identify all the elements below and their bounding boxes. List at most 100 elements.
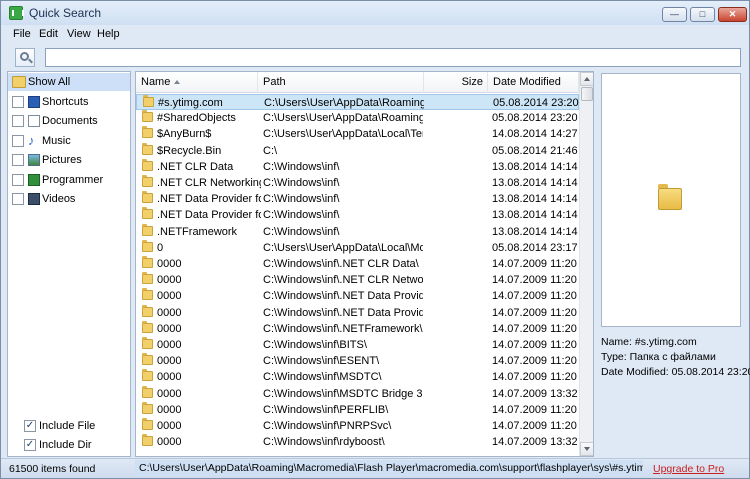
sidebar-item-shortcuts[interactable]: Shortcuts: [8, 93, 130, 111]
row-date-modified: 14.08.2014 14:27: [492, 128, 578, 141]
table-row[interactable]: 0000 C:\Windows\inf\ESENT\ 14.07.2009 11:2…: [136, 353, 579, 369]
row-name: 0000: [157, 420, 182, 432]
programmer-icon: [28, 174, 40, 186]
table-row[interactable]: 0 C:\Users\User\AppData\Local\Mozilla... 0…: [136, 239, 579, 256]
status-bar: 61500 items found C:\Users\User\AppData\…: [1, 458, 749, 478]
row-name: .NET Data Provider fo...: [157, 193, 261, 206]
sidebar-item-label: Pictures: [42, 154, 82, 166]
include-dir-label: Include Dir: [39, 439, 92, 451]
row-name: 0000: [157, 274, 182, 287]
table-row[interactable]: 0000 C:\Windows\inf\MSDTC Bridge 3.0.0.0\…: [136, 385, 579, 402]
scroll-thumb[interactable]: [581, 87, 593, 101]
video-icon: [28, 193, 40, 205]
menu-file[interactable]: File: [13, 28, 31, 40]
folder-icon: [142, 320, 153, 333]
folder-icon: [142, 288, 153, 301]
column-header-name[interactable]: Name: [136, 72, 258, 93]
row-name: .NET CLR Networking: [157, 177, 261, 189]
folder-icon: [142, 126, 153, 139]
search-icon[interactable]: [15, 48, 35, 67]
table-row[interactable]: 0000 C:\Windows\inf\.NET Data Provider f.…: [136, 304, 579, 321]
scroll-down-button[interactable]: [580, 442, 593, 456]
row-date-modified: 14.07.2009 11:20: [492, 306, 577, 319]
table-row[interactable]: #s.ytimg.com C:\Users\User\AppData\Roamin…: [136, 94, 579, 110]
folder-icon: [142, 223, 153, 236]
row-name: #SharedObjects: [157, 112, 236, 125]
search-input[interactable]: [45, 48, 741, 67]
sidebar-item-videos[interactable]: Videos: [8, 190, 130, 208]
table-row[interactable]: 0000 C:\Windows\inf\.NET CLR Data\ 14.07.2…: [136, 256, 579, 272]
preview-name: Name: #s.ytimg.com: [601, 336, 697, 348]
table-row[interactable]: 0000 C:\Windows\inf\MSDTC\ 14.07.2009 11:2…: [136, 369, 579, 385]
menu-help[interactable]: Help: [97, 28, 120, 40]
table-row[interactable]: .NET Data Provider fo...C:\Windows\inf\ 1…: [136, 207, 579, 223]
row-name: 0000: [157, 355, 182, 368]
preview-panel: Name: #s.ytimg.com Type: Папка с файлами…: [598, 71, 750, 457]
sidebar-item-documents[interactable]: Documents: [8, 112, 130, 130]
menu-view[interactable]: View: [67, 28, 91, 40]
upgrade-link[interactable]: Upgrade to Pro: [653, 463, 724, 475]
sidebar-item-programmer[interactable]: Programmer: [8, 171, 130, 189]
table-row[interactable]: #SharedObjects C:\Users\User\AppData\Roam…: [136, 110, 579, 126]
table-row[interactable]: 0000 C:\Windows\inf\.NET CLR Networking\ 1…: [136, 272, 579, 288]
shortcut-icon: [28, 96, 40, 108]
folder-icon: [142, 272, 153, 285]
row-path: C:\Windows\inf\MSDTC Bridge 3.0.0.0\: [263, 387, 423, 400]
preview-area: [601, 73, 741, 327]
row-date-modified: 14.07.2009 11:20: [492, 274, 577, 287]
row-date-modified: 14.07.2009 11:20: [492, 290, 577, 303]
sidebar-item-pictures[interactable]: Pictures: [8, 151, 130, 169]
search-bar: [1, 43, 749, 71]
sidebar-checkbox[interactable]: [12, 135, 24, 147]
include-file-checkbox[interactable]: ✓: [24, 420, 36, 432]
row-name: .NET Data Provider fo...: [157, 209, 261, 222]
sidebar-checkbox[interactable]: [12, 193, 24, 205]
folder-icon: [142, 256, 153, 268]
picture-icon: [28, 154, 40, 166]
preview-type: Type: Папка с файлами: [601, 351, 716, 363]
table-row[interactable]: 0000 C:\Windows\inf\.NETFramework\ 14.07.2…: [136, 320, 579, 337]
vertical-scrollbar[interactable]: [579, 72, 593, 456]
folder-icon: [142, 158, 153, 171]
table-row[interactable]: 0000 C:\Windows\inf\.NET Data Provider f.…: [136, 288, 579, 304]
document-icon: [28, 115, 40, 127]
folder-icon: [658, 184, 682, 210]
title-bar[interactable]: Quick Search — □ ✕: [1, 1, 749, 25]
include-dir-checkbox[interactable]: ✓: [24, 439, 36, 451]
folder-icon: [142, 207, 153, 220]
row-date-modified: 14.07.2009 11:20: [492, 403, 577, 416]
minimize-button[interactable]: —: [662, 7, 687, 22]
sidebar-checkbox[interactable]: [12, 154, 24, 166]
row-path: C:\Windows\inf\.NET CLR Networking\: [263, 274, 423, 287]
table-row[interactable]: 0000 C:\Windows\inf\rdyboost\ 14.07.2009 1…: [136, 434, 579, 450]
table-row[interactable]: 0000 C:\Windows\inf\PERFLIB\ 14.07.2009 11…: [136, 401, 579, 418]
row-path: C:\Windows\inf\PNRPSvc\: [263, 420, 392, 432]
column-header-size[interactable]: Size: [424, 72, 488, 93]
table-row[interactable]: .NET CLR Data C:\Windows\inf\ 13.08.2014 1…: [136, 158, 579, 175]
table-row[interactable]: .NET Data Provider fo...C:\Windows\inf\ 1…: [136, 191, 579, 207]
table-row[interactable]: .NET CLR Networking C:\Windows\inf\ 13.08.…: [136, 175, 579, 191]
folder-icon: [143, 95, 154, 107]
row-name: .NET CLR Data: [157, 160, 234, 173]
scroll-up-button[interactable]: [580, 72, 593, 86]
sidebar-checkbox[interactable]: [12, 174, 24, 186]
row-date-modified: 13.08.2014 14:14: [492, 177, 578, 189]
table-row[interactable]: $AnyBurn$ C:\Users\User\AppData\Local\Tem…: [136, 126, 579, 142]
sidebar-checkbox[interactable]: [12, 96, 24, 108]
table-row[interactable]: 0000 C:\Windows\inf\BITS\ 14.07.2009 11:20: [136, 337, 579, 353]
row-date-modified: 05.08.2014 23:20: [492, 112, 578, 125]
row-path: C:\Windows\inf\rdyboost\: [263, 436, 385, 449]
sidebar-item-show-all[interactable]: Show All: [8, 73, 130, 91]
row-date-modified: 14.07.2009 11:20: [492, 355, 577, 368]
table-row[interactable]: 0000 C:\Windows\inf\PNRPSvc\ 14.07.2009 11…: [136, 418, 579, 434]
table-row[interactable]: $Recycle.Bin C:\ 05.08.2014 21:46: [136, 142, 579, 159]
close-button[interactable]: ✕: [718, 7, 747, 22]
column-header-path[interactable]: Path: [258, 72, 424, 93]
table-row[interactable]: .NETFramework C:\Windows\inf\ 13.08.2014 1…: [136, 223, 579, 240]
column-header-date-modified[interactable]: Date Modified: [488, 72, 579, 93]
sidebar-item-music[interactable]: ♪ Music: [8, 132, 130, 150]
row-path: C:\Users\User\AppData\Local\Mozilla...: [263, 241, 423, 254]
maximize-button[interactable]: □: [690, 7, 715, 22]
menu-edit[interactable]: Edit: [39, 28, 58, 40]
sidebar-checkbox[interactable]: [12, 115, 24, 127]
